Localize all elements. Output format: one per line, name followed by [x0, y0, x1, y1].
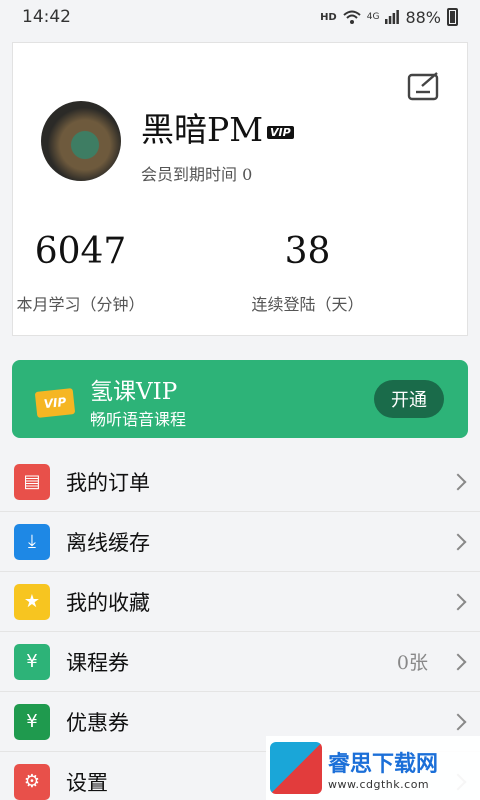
download-icon: ⤓ [14, 523, 50, 560]
menu-label: 我的订单 [66, 470, 150, 495]
menu-item-orders[interactable]: ▤ 我的订单 [0, 452, 480, 512]
stat-value: 6047 [34, 231, 127, 272]
watermark-text: 睿思下载网 www.cdgthk.com [328, 746, 438, 791]
stat-label: 连续登陆（天） [251, 295, 364, 314]
chevron-right-icon [449, 653, 467, 670]
stat-label: 本月学习（分钟） [16, 295, 145, 314]
profile-card: 黑暗PM VIP 会员到期时间 0 6047 本月学习（分钟） 38 连续登陆（… [12, 42, 468, 336]
member-expiry: 会员到期时间 0 [141, 165, 253, 184]
menu-label: 设置 [66, 770, 108, 795]
open-vip-button[interactable]: 开通 [374, 380, 444, 418]
vip-badge: VIP [267, 125, 294, 139]
chevron-right-icon [449, 593, 467, 610]
stat-study-minutes: 6047 本月学习（分钟） [0, 229, 194, 315]
hd-indicator: HD [320, 11, 337, 23]
stat-login-days: 38 连续登陆（天） [194, 229, 421, 315]
signal-icon [385, 10, 400, 24]
watermark-url: www.cdgthk.com [328, 777, 430, 791]
course-coupon-count: 0张 [396, 652, 428, 674]
coupon-icon: ¥ [14, 703, 50, 740]
stat-value: 38 [284, 231, 331, 272]
chevron-right-icon [449, 713, 467, 730]
menu-label: 离线缓存 [66, 530, 150, 555]
username-text: 黑暗PM [141, 110, 263, 149]
vip-banner[interactable]: VIP 氢课VIP 畅听语音课程 开通 [12, 360, 468, 438]
watermark-logo-icon [270, 742, 322, 794]
avatar[interactable] [41, 101, 121, 181]
watermark-name: 睿思下载网 [328, 751, 439, 777]
username: 黑暗PM VIP [141, 103, 294, 151]
battery-percent: 88% [405, 7, 441, 27]
stats-row: 6047 本月学习（分钟） 38 连续登陆（天） [13, 229, 467, 315]
status-bar: 14:42 HD 4G 88% [0, 0, 480, 34]
gear-icon: ⚙ [14, 763, 50, 800]
network-type: 4G [366, 12, 380, 22]
star-icon: ★ [14, 583, 50, 620]
watermark: 睿思下载网 www.cdgthk.com [266, 736, 480, 800]
menu-item-offline-cache[interactable]: ⤓ 离线缓存 [0, 512, 480, 572]
chevron-right-icon [449, 533, 467, 550]
vip-badge-icon: VIP [34, 388, 76, 418]
menu-item-favorites[interactable]: ★ 我的收藏 [0, 572, 480, 632]
vip-subtitle: 畅听语音课程 [90, 410, 187, 429]
vip-title: 氢课VIP [90, 379, 178, 405]
menu-label: 优惠券 [66, 710, 129, 735]
course-coupon-icon: ¥ [14, 643, 50, 680]
battery-icon [447, 8, 458, 26]
wifi-icon [343, 10, 361, 24]
menu-label: 课程券 [66, 650, 129, 675]
menu-label: 我的收藏 [66, 590, 150, 615]
chevron-right-icon [449, 473, 467, 490]
status-indicators: HD 4G 88% [320, 8, 458, 27]
order-icon: ▤ [14, 463, 50, 500]
status-time: 14:42 [22, 7, 71, 27]
edit-icon[interactable] [407, 71, 441, 103]
menu-item-course-coupons[interactable]: ¥ 课程券 0张 [0, 632, 480, 692]
